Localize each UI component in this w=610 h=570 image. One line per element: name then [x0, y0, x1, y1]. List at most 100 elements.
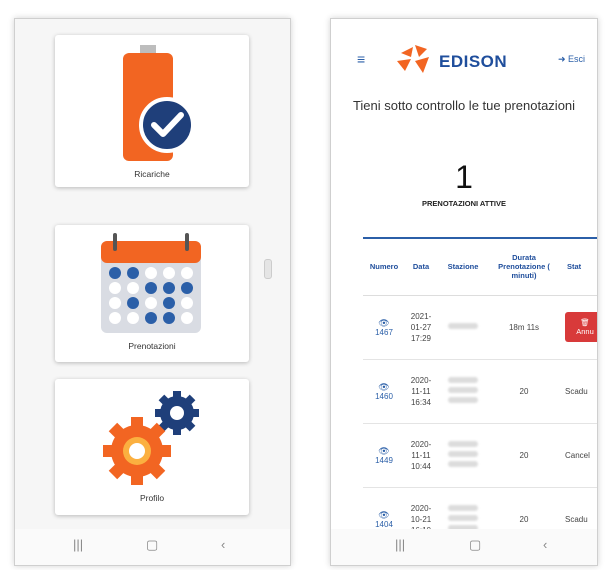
- table-row[interactable]: 👁 1449 2020- 11-11 10:44 20 Cancel: [363, 423, 597, 488]
- cell-stato: Cancel: [559, 423, 597, 488]
- status-bar: [331, 19, 597, 33]
- calendar-day-dot: [109, 297, 121, 309]
- reservation-link[interactable]: 👁 1460: [375, 382, 393, 401]
- active-count-label: PRENOTAZIONI ATTIVE: [421, 199, 507, 208]
- home-icon[interactable]: ▢: [146, 537, 158, 553]
- profilo-label: Profilo: [139, 493, 165, 503]
- recent-apps-icon[interactable]: |||: [73, 537, 83, 552]
- blurred-station: [448, 441, 478, 447]
- col-data[interactable]: Data: [405, 239, 437, 296]
- blurred-station: [448, 451, 478, 457]
- active-count: 1: [455, 159, 473, 195]
- table-header-row: Numero Data Stazione Durata Prenotazione…: [363, 239, 597, 296]
- home-icon[interactable]: ▢: [469, 537, 481, 553]
- cell-durata: 18m 11s: [489, 295, 559, 360]
- date-time: 16:34: [410, 397, 432, 407]
- col-stato[interactable]: Stat: [559, 239, 597, 296]
- eye-icon: 👁: [378, 509, 390, 520]
- calendar-day-dot: [181, 267, 193, 279]
- edison-logo-mark: [397, 45, 429, 73]
- cell-stato: 🗑 Annu: [559, 295, 597, 360]
- reservation-link[interactable]: 👁 1404: [375, 510, 393, 529]
- recent-apps-icon[interactable]: |||: [395, 537, 405, 552]
- back-icon[interactable]: ‹: [221, 537, 225, 552]
- app-bar: ≡ EDISON ➜ Esci: [331, 39, 597, 83]
- col-stazione[interactable]: Stazione: [437, 239, 489, 296]
- calendar-day-dot: [145, 267, 157, 279]
- back-icon[interactable]: ‹: [543, 537, 547, 552]
- date-day: 11-11: [411, 450, 431, 460]
- reservation-number: 1460: [375, 391, 393, 401]
- blurred-station: [448, 461, 478, 467]
- table-row[interactable]: 👁 1460 2020- 11-11 16:34 20 Scadu: [363, 359, 597, 424]
- prenotazioni-label: Prenotazioni: [128, 341, 176, 351]
- ricariche-tile[interactable]: Ricariche: [55, 35, 249, 187]
- calendar-day-dot: [163, 282, 175, 294]
- cell-numero: 👁 1460: [363, 359, 405, 424]
- reservation-number: 1467: [375, 327, 393, 337]
- calendar-day-dot: [109, 282, 121, 294]
- table-row[interactable]: 👁 1467 2021- 01-27 17:29 18m 11s 🗑 Annu: [363, 295, 597, 360]
- calendar-day-dot: [109, 312, 121, 324]
- phone-left-screen: Ricariche Prenotazioni Profilo ||| ▢ ‹: [14, 18, 291, 566]
- cell-data: 2020- 11-11 10:44: [405, 423, 437, 488]
- cell-stazione: [437, 295, 489, 360]
- ricariche-label: Ricariche: [134, 169, 170, 179]
- date-day: 11-11: [411, 386, 431, 396]
- status-text: Cancel: [565, 450, 590, 460]
- calendar-day-dot: [145, 297, 157, 309]
- edison-logo-text: EDISON: [439, 52, 508, 71]
- cancel-reservation-button[interactable]: 🗑 Annu: [565, 312, 597, 342]
- cell-stato: Scadu: [559, 359, 597, 424]
- reservations-table: Numero Data Stazione Durata Prenotazione…: [363, 237, 597, 552]
- cell-durata: 20: [489, 359, 559, 424]
- calendar-day-dot: [145, 312, 157, 324]
- calendar-day-dot: [109, 267, 121, 279]
- hamburger-menu-icon[interactable]: ≡: [357, 51, 365, 67]
- logout-button[interactable]: ➜ Esci: [558, 54, 585, 65]
- date-year: 2021-: [410, 311, 432, 321]
- date-time: 10:44: [410, 461, 432, 471]
- status-bar: [15, 19, 290, 33]
- status-text: Annu: [576, 327, 594, 336]
- status-text: Scadu: [565, 514, 588, 524]
- eye-icon: 👁: [378, 381, 390, 392]
- scroll-handle[interactable]: [264, 259, 272, 279]
- profilo-tile[interactable]: Profilo: [55, 379, 249, 515]
- gears-icon: [103, 391, 199, 485]
- calendar-day-dot: [163, 297, 175, 309]
- calendar-day-dot: [163, 312, 175, 324]
- calendar-day-dot: [181, 282, 193, 294]
- blurred-station: [448, 515, 478, 521]
- battery-check-icon: [123, 45, 195, 161]
- android-nav-bar: ||| ▢ ‹: [331, 529, 597, 565]
- trash-icon: 🗑: [580, 318, 590, 327]
- cell-data: 2020- 11-11 16:34: [405, 359, 437, 424]
- reservation-number: 1404: [375, 519, 393, 529]
- col-durata[interactable]: Durata Prenotazione ( minuti): [489, 239, 559, 296]
- prenotazioni-tile[interactable]: Prenotazioni: [55, 225, 249, 362]
- cell-data: 2021- 01-27 17:29: [405, 295, 437, 360]
- calendar-day-dot: [181, 312, 193, 324]
- calendar-day-dot: [145, 282, 157, 294]
- cell-stazione: [437, 359, 489, 424]
- eye-icon: 👁: [378, 445, 390, 456]
- status-text: Scadu: [565, 386, 588, 396]
- blurred-station: [448, 323, 478, 329]
- date-year: 2020-: [410, 439, 432, 449]
- cell-durata: 20: [489, 423, 559, 488]
- col-numero[interactable]: Numero: [363, 239, 405, 296]
- reservation-link[interactable]: 👁 1449: [375, 446, 393, 465]
- date-year: 2020-: [410, 503, 432, 513]
- reservation-link[interactable]: 👁 1467: [375, 318, 393, 337]
- page-headline: Tieni sotto controllo le tue prenotazion…: [352, 98, 576, 113]
- android-nav-bar: ||| ▢ ‹: [15, 529, 290, 565]
- calendar-icon: [101, 233, 201, 333]
- calendar-day-dot: [127, 297, 139, 309]
- calendar-day-dot: [127, 312, 139, 324]
- phone-right-screen: ≡ EDISON ➜ Esci Tieni sotto controllo le…: [330, 18, 598, 566]
- eye-icon: 👁: [378, 317, 390, 328]
- calendar-day-dot: [127, 267, 139, 279]
- edison-logo: EDISON: [391, 43, 507, 77]
- calendar-day-dot: [181, 297, 193, 309]
